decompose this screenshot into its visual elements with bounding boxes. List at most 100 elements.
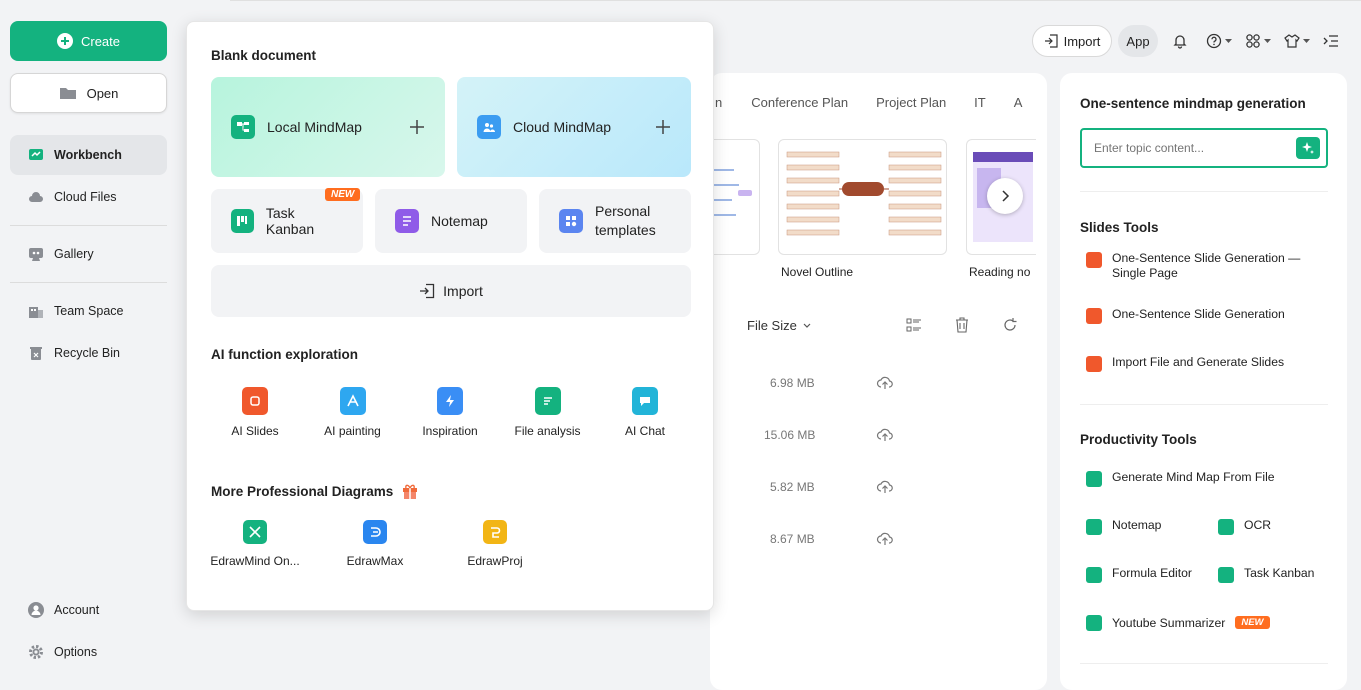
open-button[interactable]: Open	[10, 73, 167, 113]
list-view-icon[interactable]	[906, 317, 922, 333]
top-import-button[interactable]: Import	[1032, 25, 1112, 57]
top-border	[230, 0, 1361, 1]
kanban-icon	[231, 209, 254, 233]
local-mindmap-icon	[231, 115, 255, 139]
ocr-tool[interactable]: OCR	[1218, 518, 1271, 535]
ai-exploration-title: AI function exploration	[211, 347, 358, 362]
ai-chat-item[interactable]: AI Chat	[600, 387, 690, 438]
topic-input-box[interactable]	[1080, 128, 1328, 168]
notemap-label: Notemap	[431, 213, 488, 229]
tab-project-plan[interactable]: Project Plan	[876, 95, 946, 110]
delete-icon[interactable]	[954, 317, 970, 333]
slides-tools-title: Slides Tools	[1080, 220, 1159, 235]
inspiration-icon	[437, 387, 463, 415]
notemap-icon	[395, 209, 419, 233]
edrawmind-online-label: EdrawMind On...	[210, 554, 300, 568]
more-diagrams-header: More Professional Diagrams	[211, 482, 419, 500]
notemap-card[interactable]: Notemap	[375, 189, 527, 253]
slide-gen-single-page[interactable]: One-Sentence Slide Generation — Single Pa…	[1086, 251, 1300, 281]
import-card[interactable]: Import	[211, 265, 691, 317]
create-button[interactable]: Create	[10, 21, 167, 61]
app-list: EdrawMind On... EdrawMax EdrawProj	[205, 520, 545, 568]
sidebar-item-team-space[interactable]: Team Space	[10, 291, 167, 331]
sidebar-item-gallery[interactable]: Gallery	[10, 234, 167, 274]
options-label: Options	[54, 645, 98, 659]
tab-partial[interactable]: n	[715, 95, 722, 110]
ai-painting-icon	[339, 387, 366, 415]
refresh-icon[interactable]	[1002, 317, 1018, 333]
options-button[interactable]: Options	[10, 632, 167, 672]
personal-templates-card[interactable]: Personal templates	[539, 189, 691, 253]
item-label: OCR	[1244, 518, 1272, 532]
cloud-upload-icon[interactable]	[876, 530, 894, 546]
file-size: 8.67 MB	[770, 532, 815, 546]
sidebar-item-recycle-bin[interactable]: Recycle Bin	[10, 333, 167, 373]
item-label: One-Sentence Slide Generation	[1112, 307, 1285, 321]
edrawmind-online-item[interactable]: EdrawMind On...	[205, 520, 305, 568]
carousel-next-button[interactable]	[987, 178, 1023, 214]
mindmap-from-file[interactable]: Generate Mind Map From File	[1086, 470, 1275, 487]
help-icon[interactable]	[1206, 33, 1232, 49]
top-app-button[interactable]: App	[1118, 25, 1158, 57]
cloud-upload-icon[interactable]	[876, 374, 894, 390]
sort-file-size[interactable]: File Size	[747, 318, 811, 333]
ai-painting-label: AI painting	[324, 424, 381, 438]
workbench-icon	[28, 147, 44, 163]
topic-input[interactable]	[1094, 141, 1284, 155]
create-popup: Blank document Local MindMap Cloud MindM…	[186, 21, 714, 611]
personal-templates-label-2: templates	[595, 222, 656, 238]
task-kanban-tool[interactable]: Task Kanban	[1218, 566, 1314, 583]
shirt-icon[interactable]	[1284, 33, 1310, 49]
sidebar: Create Open Workbench Cloud Files Galler…	[0, 0, 180, 690]
inspiration-item[interactable]: Inspiration	[405, 387, 495, 438]
account-button[interactable]: Account	[10, 590, 167, 630]
sidebar-item-cloud-files[interactable]: Cloud Files	[10, 177, 167, 217]
edrawproj-icon	[483, 520, 507, 544]
tab-it[interactable]: IT	[974, 95, 986, 110]
oneline-title: One-sentence mindmap generation	[1080, 96, 1306, 111]
ai-function-list: AI Slides AI painting Inspiration File a…	[210, 387, 690, 438]
ai-slides-item[interactable]: AI Slides	[210, 387, 300, 438]
local-mindmap-card[interactable]: Local MindMap	[211, 77, 445, 177]
cloud-upload-icon[interactable]	[876, 478, 894, 494]
import-generate-slides[interactable]: Import File and Generate Slides	[1086, 355, 1284, 372]
templates-icon	[559, 209, 583, 233]
sidebar-item-label: Gallery	[54, 247, 94, 261]
sidebar-item-label: Team Space	[54, 304, 124, 318]
tab-conference-plan[interactable]: Conference Plan	[751, 95, 848, 110]
notemap-icon	[1086, 519, 1102, 535]
bell-icon[interactable]	[1172, 33, 1188, 49]
item-label: Formula Editor	[1112, 566, 1192, 580]
inspiration-label: Inspiration	[422, 424, 478, 438]
import-icon	[419, 283, 435, 299]
file-analysis-item[interactable]: File analysis	[503, 387, 593, 438]
personal-templates-label-1: Personal	[595, 203, 651, 219]
collapse-panel-icon[interactable]	[1323, 33, 1339, 49]
cloud-mindmap-card[interactable]: Cloud MindMap	[457, 77, 691, 177]
slide-gen[interactable]: One-Sentence Slide Generation	[1086, 307, 1285, 324]
sidebar-item-label: Workbench	[54, 148, 122, 162]
edrawproj-item[interactable]: EdrawProj	[445, 520, 545, 568]
item-label: Generate Mind Map From File	[1112, 470, 1275, 484]
template-card[interactable]	[710, 139, 760, 255]
item-label: Task Kanban	[1244, 566, 1315, 580]
notemap-tool[interactable]: Notemap	[1086, 518, 1161, 535]
apps-grid-icon[interactable]	[1245, 33, 1271, 49]
youtube-summarizer[interactable]: Youtube Summarizer NEW	[1086, 614, 1270, 631]
ai-ppt-icon	[1086, 308, 1102, 324]
sidebar-item-workbench[interactable]: Workbench	[10, 135, 167, 175]
sparkle-icon	[1301, 141, 1315, 155]
template-card-novel-outline[interactable]	[778, 139, 947, 255]
more-diagrams-title: More Professional Diagrams	[211, 483, 394, 499]
import-icon	[1044, 34, 1058, 48]
formula-editor[interactable]: Formula Editor	[1086, 566, 1192, 583]
sidebar-divider	[10, 225, 167, 226]
create-label: Create	[80, 33, 121, 49]
tab-partial-a[interactable]: A	[1014, 95, 1023, 110]
edrawmax-item[interactable]: EdrawMax	[325, 520, 425, 568]
cloud-mindmap-label: Cloud MindMap	[513, 119, 612, 135]
ai-painting-item[interactable]: AI painting	[308, 387, 398, 438]
generate-button[interactable]	[1296, 137, 1320, 159]
user-icon	[28, 602, 44, 618]
cloud-upload-icon[interactable]	[876, 426, 894, 442]
